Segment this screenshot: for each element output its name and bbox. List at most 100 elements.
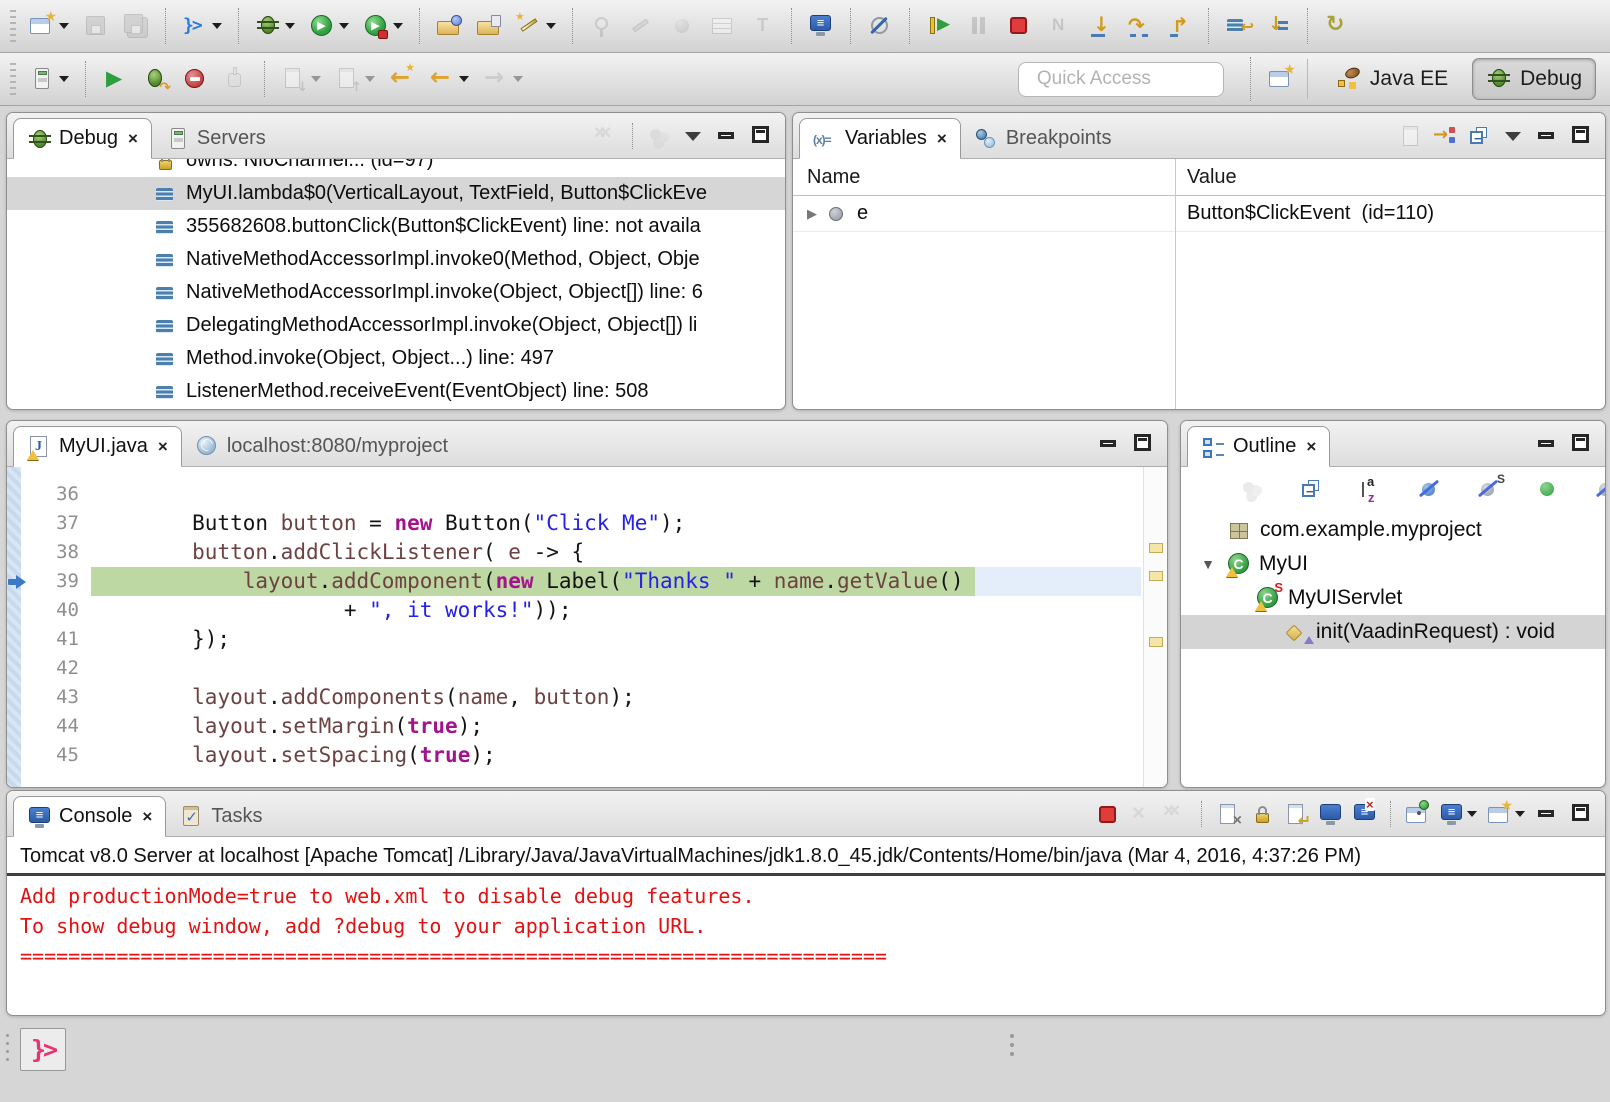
hide-static-button[interactable]: S <box>1471 474 1507 506</box>
outline-item-myui[interactable]: ▼MyUI <box>1181 547 1605 581</box>
show-logical-structure-button[interactable] <box>1431 123 1459 149</box>
stop-server-button[interactable] <box>177 63 213 95</box>
splitter-handle[interactable] <box>1010 1034 1014 1038</box>
show-stdout-button[interactable] <box>1316 801 1344 827</box>
expander-icon[interactable]: ▼ <box>1199 556 1217 572</box>
code-line[interactable]: 44 layout.setMargin(true); <box>7 712 1141 741</box>
hide-fields-button[interactable] <box>1412 474 1448 506</box>
maximize-button[interactable] <box>1567 123 1595 149</box>
code-line[interactable]: 41 }); <box>7 625 1141 654</box>
stack-frame-row[interactable]: 355682608.buttonClick(Button$ClickEvent)… <box>7 210 785 243</box>
code-line[interactable]: 45 layout.setSpacing(true); <box>7 741 1141 770</box>
toolbar-grip[interactable] <box>10 10 16 42</box>
filter-green-button[interactable] <box>1530 474 1566 506</box>
folder-import-button[interactable] <box>431 10 467 42</box>
pin-console-button[interactable] <box>1403 801 1431 827</box>
tab-console[interactable]: Console× <box>13 796 166 837</box>
quick-access-input[interactable] <box>1018 62 1224 97</box>
code-line[interactable]: 38 button.addClickListener( e -> { <box>7 538 1141 567</box>
open-perspective-button[interactable] <box>1263 63 1299 95</box>
show-stderr-button[interactable] <box>1350 801 1378 827</box>
tab-outline[interactable]: Outline× <box>1187 426 1330 467</box>
minimize-button[interactable] <box>1533 431 1561 457</box>
display-console-button[interactable] <box>1437 801 1479 827</box>
maximize-button[interactable] <box>1129 431 1157 457</box>
code-line[interactable]: 37 Button button = new Button("Click Me"… <box>7 509 1141 538</box>
perspective-debug[interactable]: Debug <box>1472 58 1596 100</box>
vaadin-status-button[interactable]: }> <box>20 1028 66 1071</box>
step-over-button[interactable] <box>1121 10 1157 42</box>
tab-debug[interactable]: Debug× <box>13 118 152 159</box>
code-editor[interactable]: 3637 Button button = new Button("Click M… <box>7 467 1167 787</box>
close-icon[interactable]: × <box>128 129 138 149</box>
code-line[interactable]: 39 layout.addComponent(new Label("Thanks… <box>7 567 1141 596</box>
variable-row[interactable]: ▶eButton$ClickEvent (id=110) <box>793 196 1605 232</box>
overview-ruler[interactable] <box>1143 467 1167 787</box>
outline-item-myuiservlet[interactable]: SMyUIServlet <box>1181 581 1605 615</box>
terminate-button[interactable] <box>1093 801 1121 827</box>
maximize-button[interactable] <box>747 123 775 149</box>
clear-console-button[interactable] <box>1214 801 1242 827</box>
debug-server-button[interactable] <box>137 63 173 95</box>
folder-export-button[interactable] <box>471 10 507 42</box>
close-icon[interactable]: × <box>158 437 168 457</box>
view-menu-button[interactable] <box>1499 123 1527 149</box>
maximize-button[interactable] <box>1567 801 1595 827</box>
stack-frame-row[interactable]: DelegatingMethodAccessorImpl.invoke(Obje… <box>7 309 785 342</box>
tab-breakpoints[interactable]: Breakpoints <box>961 118 1125 158</box>
toolbar-grip[interactable] <box>10 63 16 95</box>
column-header-value[interactable]: Value <box>1175 166 1237 189</box>
close-icon[interactable]: × <box>1306 437 1316 457</box>
stack-frame-row[interactable]: NativeMethodAccessorImpl.invoke0(Method,… <box>7 243 785 276</box>
perspective-java-ee[interactable]: Java EE <box>1322 58 1462 100</box>
tab-servers[interactable]: Servers <box>152 118 279 158</box>
code-line[interactable]: 42 <box>7 654 1141 683</box>
column-divider[interactable] <box>1175 159 1176 409</box>
step-filters-button[interactable] <box>1260 10 1296 42</box>
collapse-all-button[interactable] <box>1294 474 1330 506</box>
hide-local-types-button[interactable]: L <box>1589 474 1606 506</box>
scroll-lock-button[interactable] <box>1248 801 1276 827</box>
tab-tasks[interactable]: Tasks <box>166 796 275 836</box>
stop-button[interactable] <box>1001 10 1037 42</box>
last-edit-button[interactable] <box>384 63 420 95</box>
code-line[interactable]: 40 + ", it works!")); <box>7 596 1141 625</box>
step-into-button[interactable] <box>1081 10 1117 42</box>
minimize-button[interactable] <box>1533 801 1561 827</box>
vaadin-compile-button[interactable] <box>177 10 227 42</box>
skip-breakpoints-button[interactable] <box>862 10 898 42</box>
console-monitor-button[interactable] <box>803 10 839 42</box>
refresh-button[interactable] <box>1319 10 1355 42</box>
close-icon[interactable]: × <box>937 129 947 149</box>
minimize-button[interactable] <box>1095 431 1123 457</box>
word-wrap-button[interactable] <box>1282 801 1310 827</box>
view-menu-button[interactable] <box>679 123 707 149</box>
console-output[interactable]: Tomcat v8.0 Server at localhost [Apache … <box>7 837 1605 1014</box>
statusbar-grip[interactable] <box>6 1034 9 1037</box>
open-console-button[interactable] <box>1485 801 1527 827</box>
tab-myui-java[interactable]: MyUI.java× <box>13 426 182 467</box>
new-wizard-button[interactable] <box>24 10 74 42</box>
close-icon[interactable]: × <box>142 807 152 827</box>
stack-frame-row[interactable]: owns: NioChannel... (id=97) <box>7 159 785 177</box>
code-line[interactable]: 36 <box>7 480 1141 509</box>
column-header-name[interactable]: Name <box>793 159 1175 195</box>
run-button[interactable] <box>304 10 354 42</box>
back-button[interactable] <box>424 63 474 95</box>
minimize-button[interactable] <box>713 123 741 149</box>
tab-localhost-8080-myproject[interactable]: localhost:8080/myproject <box>182 426 461 466</box>
minimize-button[interactable] <box>1533 123 1561 149</box>
tab-variables[interactable]: Variables× <box>799 118 961 159</box>
debug-button[interactable] <box>250 10 300 42</box>
stack-frame-row[interactable]: NativeMethodAccessorImpl.invoke(Object, … <box>7 276 785 309</box>
warning-marker[interactable] <box>1149 637 1163 647</box>
warning-marker[interactable] <box>1149 571 1163 581</box>
start-server-button[interactable] <box>97 63 133 95</box>
outline-item-com-example-myproject[interactable]: com.example.myproject <box>1181 513 1605 547</box>
code-line[interactable]: 43 layout.addComponents(name, button); <box>7 683 1141 712</box>
server-button[interactable] <box>24 63 74 95</box>
stack-frame-row[interactable]: MyUI.lambda$0(VerticalLayout, TextField,… <box>7 177 785 210</box>
warning-marker[interactable] <box>1149 543 1163 553</box>
resume-button[interactable] <box>921 10 957 42</box>
run-external-button[interactable] <box>358 10 408 42</box>
